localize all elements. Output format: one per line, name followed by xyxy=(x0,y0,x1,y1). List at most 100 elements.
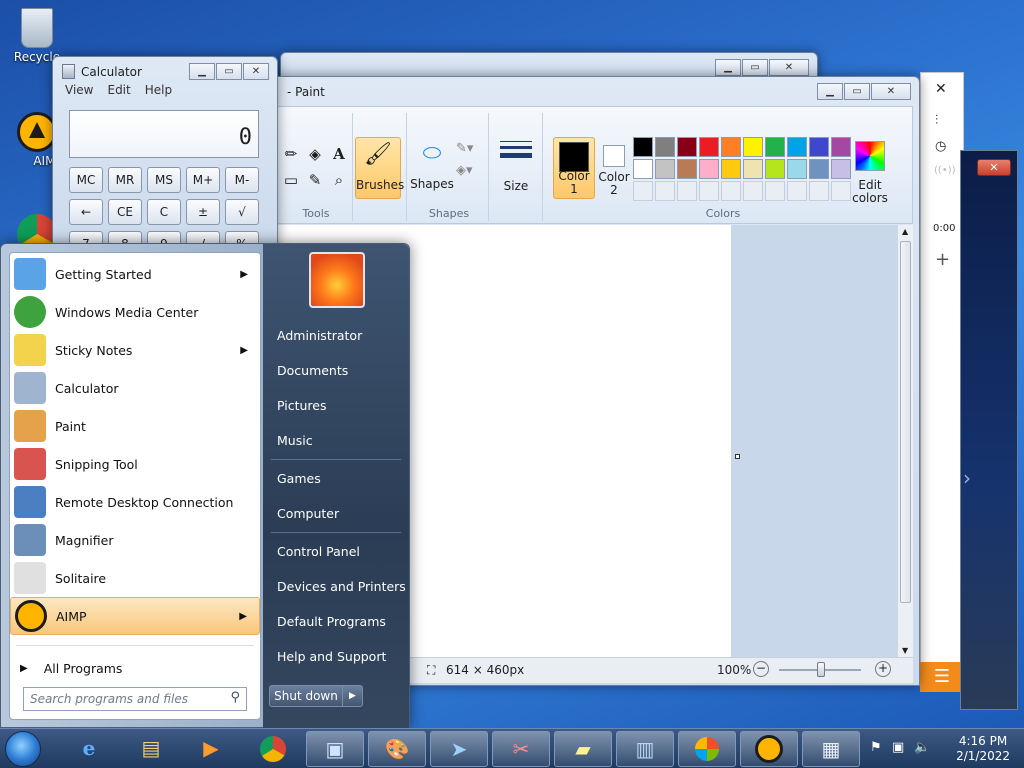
color-swatch[interactable] xyxy=(677,159,697,179)
pencil-icon[interactable]: ✏ xyxy=(280,143,302,165)
color-swatch[interactable] xyxy=(677,137,697,157)
color-swatch[interactable] xyxy=(809,159,829,179)
volume-icon[interactable]: 🔈 xyxy=(914,740,930,755)
link-pictures[interactable]: Pictures xyxy=(277,398,327,413)
ce-button[interactable]: CE xyxy=(108,199,142,225)
color-swatch[interactable] xyxy=(743,159,763,179)
resize-handle[interactable] xyxy=(735,454,740,459)
close-icon[interactable]: ✕ xyxy=(935,81,947,97)
eraser-icon[interactable]: ▭ xyxy=(280,169,302,191)
color-swatch[interactable] xyxy=(633,137,653,157)
sticky-notes-icon[interactable]: ▰ xyxy=(554,731,612,767)
user-picture[interactable] xyxy=(309,252,365,308)
color-swatch[interactable] xyxy=(809,137,829,157)
start-button[interactable] xyxy=(5,731,41,767)
edit-colors-label[interactable]: Edit colors xyxy=(844,179,896,205)
minimize-icon[interactable]: ▁ xyxy=(715,59,741,76)
equalizer-icon[interactable]: ⫶ xyxy=(935,113,938,128)
all-programs-item[interactable]: ▶ All Programs xyxy=(10,649,260,687)
close-icon[interactable]: ✕ xyxy=(977,159,1011,176)
vertical-scrollbar[interactable]: ▲ ▼ xyxy=(897,225,913,657)
mr-button[interactable]: MR xyxy=(108,167,142,193)
ms-button[interactable]: MS xyxy=(147,167,181,193)
color-swatch[interactable] xyxy=(787,137,807,157)
menu-edit[interactable]: Edit xyxy=(107,83,130,105)
network-icon[interactable]: ▣ xyxy=(892,740,904,755)
internet-explorer-icon[interactable]: e xyxy=(60,731,118,767)
shutdown-options-icon[interactable]: ▶ xyxy=(343,685,363,707)
size-button[interactable]: Size xyxy=(498,137,534,199)
link-devices-printers[interactable]: Devices and Printers xyxy=(277,579,406,594)
aimp-icon[interactable] xyxy=(740,731,798,767)
sign-button[interactable]: ± xyxy=(186,199,220,225)
c-button[interactable]: C xyxy=(147,199,181,225)
color-swatch[interactable] xyxy=(699,159,719,179)
getting-started-icon[interactable]: ▥ xyxy=(616,731,674,767)
custom-color-slot[interactable] xyxy=(743,181,763,201)
custom-color-slot[interactable] xyxy=(677,181,697,201)
custom-color-slot[interactable] xyxy=(787,181,807,201)
menu-view[interactable]: View xyxy=(65,83,93,105)
minimize-icon[interactable]: ▁ xyxy=(817,83,843,100)
scroll-down-icon[interactable]: ▼ xyxy=(902,646,908,655)
color2-button[interactable]: Color 2 xyxy=(598,137,630,199)
color1-button[interactable]: Color 1 xyxy=(553,137,595,199)
link-administrator[interactable]: Administrator xyxy=(277,328,362,343)
program-item[interactable]: Getting Started ▶ xyxy=(10,255,260,293)
chrome-icon[interactable] xyxy=(244,731,302,767)
link-games[interactable]: Games xyxy=(277,471,321,486)
action-center-flag-icon[interactable]: ⚑ xyxy=(870,740,882,755)
minimize-icon[interactable]: ▁ xyxy=(189,63,215,80)
outline-icon[interactable]: ✎▾ xyxy=(456,141,473,156)
color-swatch[interactable] xyxy=(699,137,719,157)
program-item[interactable]: Sticky Notes ▶ xyxy=(10,331,260,369)
color-swatch[interactable] xyxy=(655,137,675,157)
close-icon[interactable]: ✕ xyxy=(871,83,911,100)
add-icon[interactable]: + xyxy=(935,249,950,270)
custom-color-slot[interactable] xyxy=(809,181,829,201)
brushes-button[interactable]: 🖌 Brushes xyxy=(355,137,404,199)
search-icon[interactable]: ⚲ xyxy=(230,690,240,705)
m-minus-button[interactable]: M- xyxy=(225,167,259,193)
clock-icon[interactable]: ◷ xyxy=(935,139,946,154)
media-center-icon[interactable] xyxy=(678,731,736,767)
backspace-button[interactable]: ← xyxy=(69,199,103,225)
color-swatch[interactable] xyxy=(765,159,785,179)
edit-colors-icon[interactable] xyxy=(855,141,885,171)
chevron-right-icon[interactable]: › xyxy=(963,466,971,490)
color-swatch[interactable] xyxy=(831,159,851,179)
clock[interactable]: 4:16 PM 2/1/2022 xyxy=(956,734,1010,764)
custom-color-slot[interactable] xyxy=(633,181,653,201)
maximize-icon[interactable]: ▭ xyxy=(844,83,870,100)
program-item[interactable]: Magnifier xyxy=(10,521,260,559)
program-item[interactable]: Windows Media Center xyxy=(10,293,260,331)
custom-color-slot[interactable] xyxy=(765,181,785,201)
color-swatch[interactable] xyxy=(633,159,653,179)
scroll-up-icon[interactable]: ▲ xyxy=(902,227,908,236)
close-icon[interactable]: ✕ xyxy=(243,63,269,80)
zoom-slider-thumb[interactable] xyxy=(817,662,825,677)
send-icon[interactable]: ➤ xyxy=(430,731,488,767)
sqrt-button[interactable]: √ xyxy=(225,199,259,225)
color-picker-icon[interactable]: ✎ xyxy=(304,169,326,191)
program-item[interactable]: AIMP ▶ xyxy=(10,597,260,635)
shapes-button[interactable]: ⬭ Shapes xyxy=(410,137,454,197)
m-plus-button[interactable]: M+ xyxy=(186,167,220,193)
zoom-in-icon[interactable]: + xyxy=(875,661,891,677)
program-item[interactable]: Solitaire xyxy=(10,559,260,597)
color-swatch[interactable] xyxy=(721,137,741,157)
fill-icon[interactable]: ◈ xyxy=(304,143,326,165)
menu-icon[interactable]: ☰ xyxy=(920,662,964,692)
color-swatch[interactable] xyxy=(831,137,851,157)
color-swatch[interactable] xyxy=(655,159,675,179)
text-tool-icon[interactable]: A xyxy=(328,143,350,165)
maximize-icon[interactable]: ▭ xyxy=(742,59,768,76)
media-player-window[interactable]: ✕ › xyxy=(960,150,1018,710)
link-documents[interactable]: Documents xyxy=(277,363,348,378)
shutdown-button[interactable]: Shut down xyxy=(269,685,343,707)
program-item[interactable]: Remote Desktop Connection xyxy=(10,483,260,521)
fill-shape-icon[interactable]: ◈▾ xyxy=(456,163,473,178)
link-default-programs[interactable]: Default Programs xyxy=(277,614,386,629)
link-music[interactable]: Music xyxy=(277,433,313,448)
menu-help[interactable]: Help xyxy=(145,83,172,105)
